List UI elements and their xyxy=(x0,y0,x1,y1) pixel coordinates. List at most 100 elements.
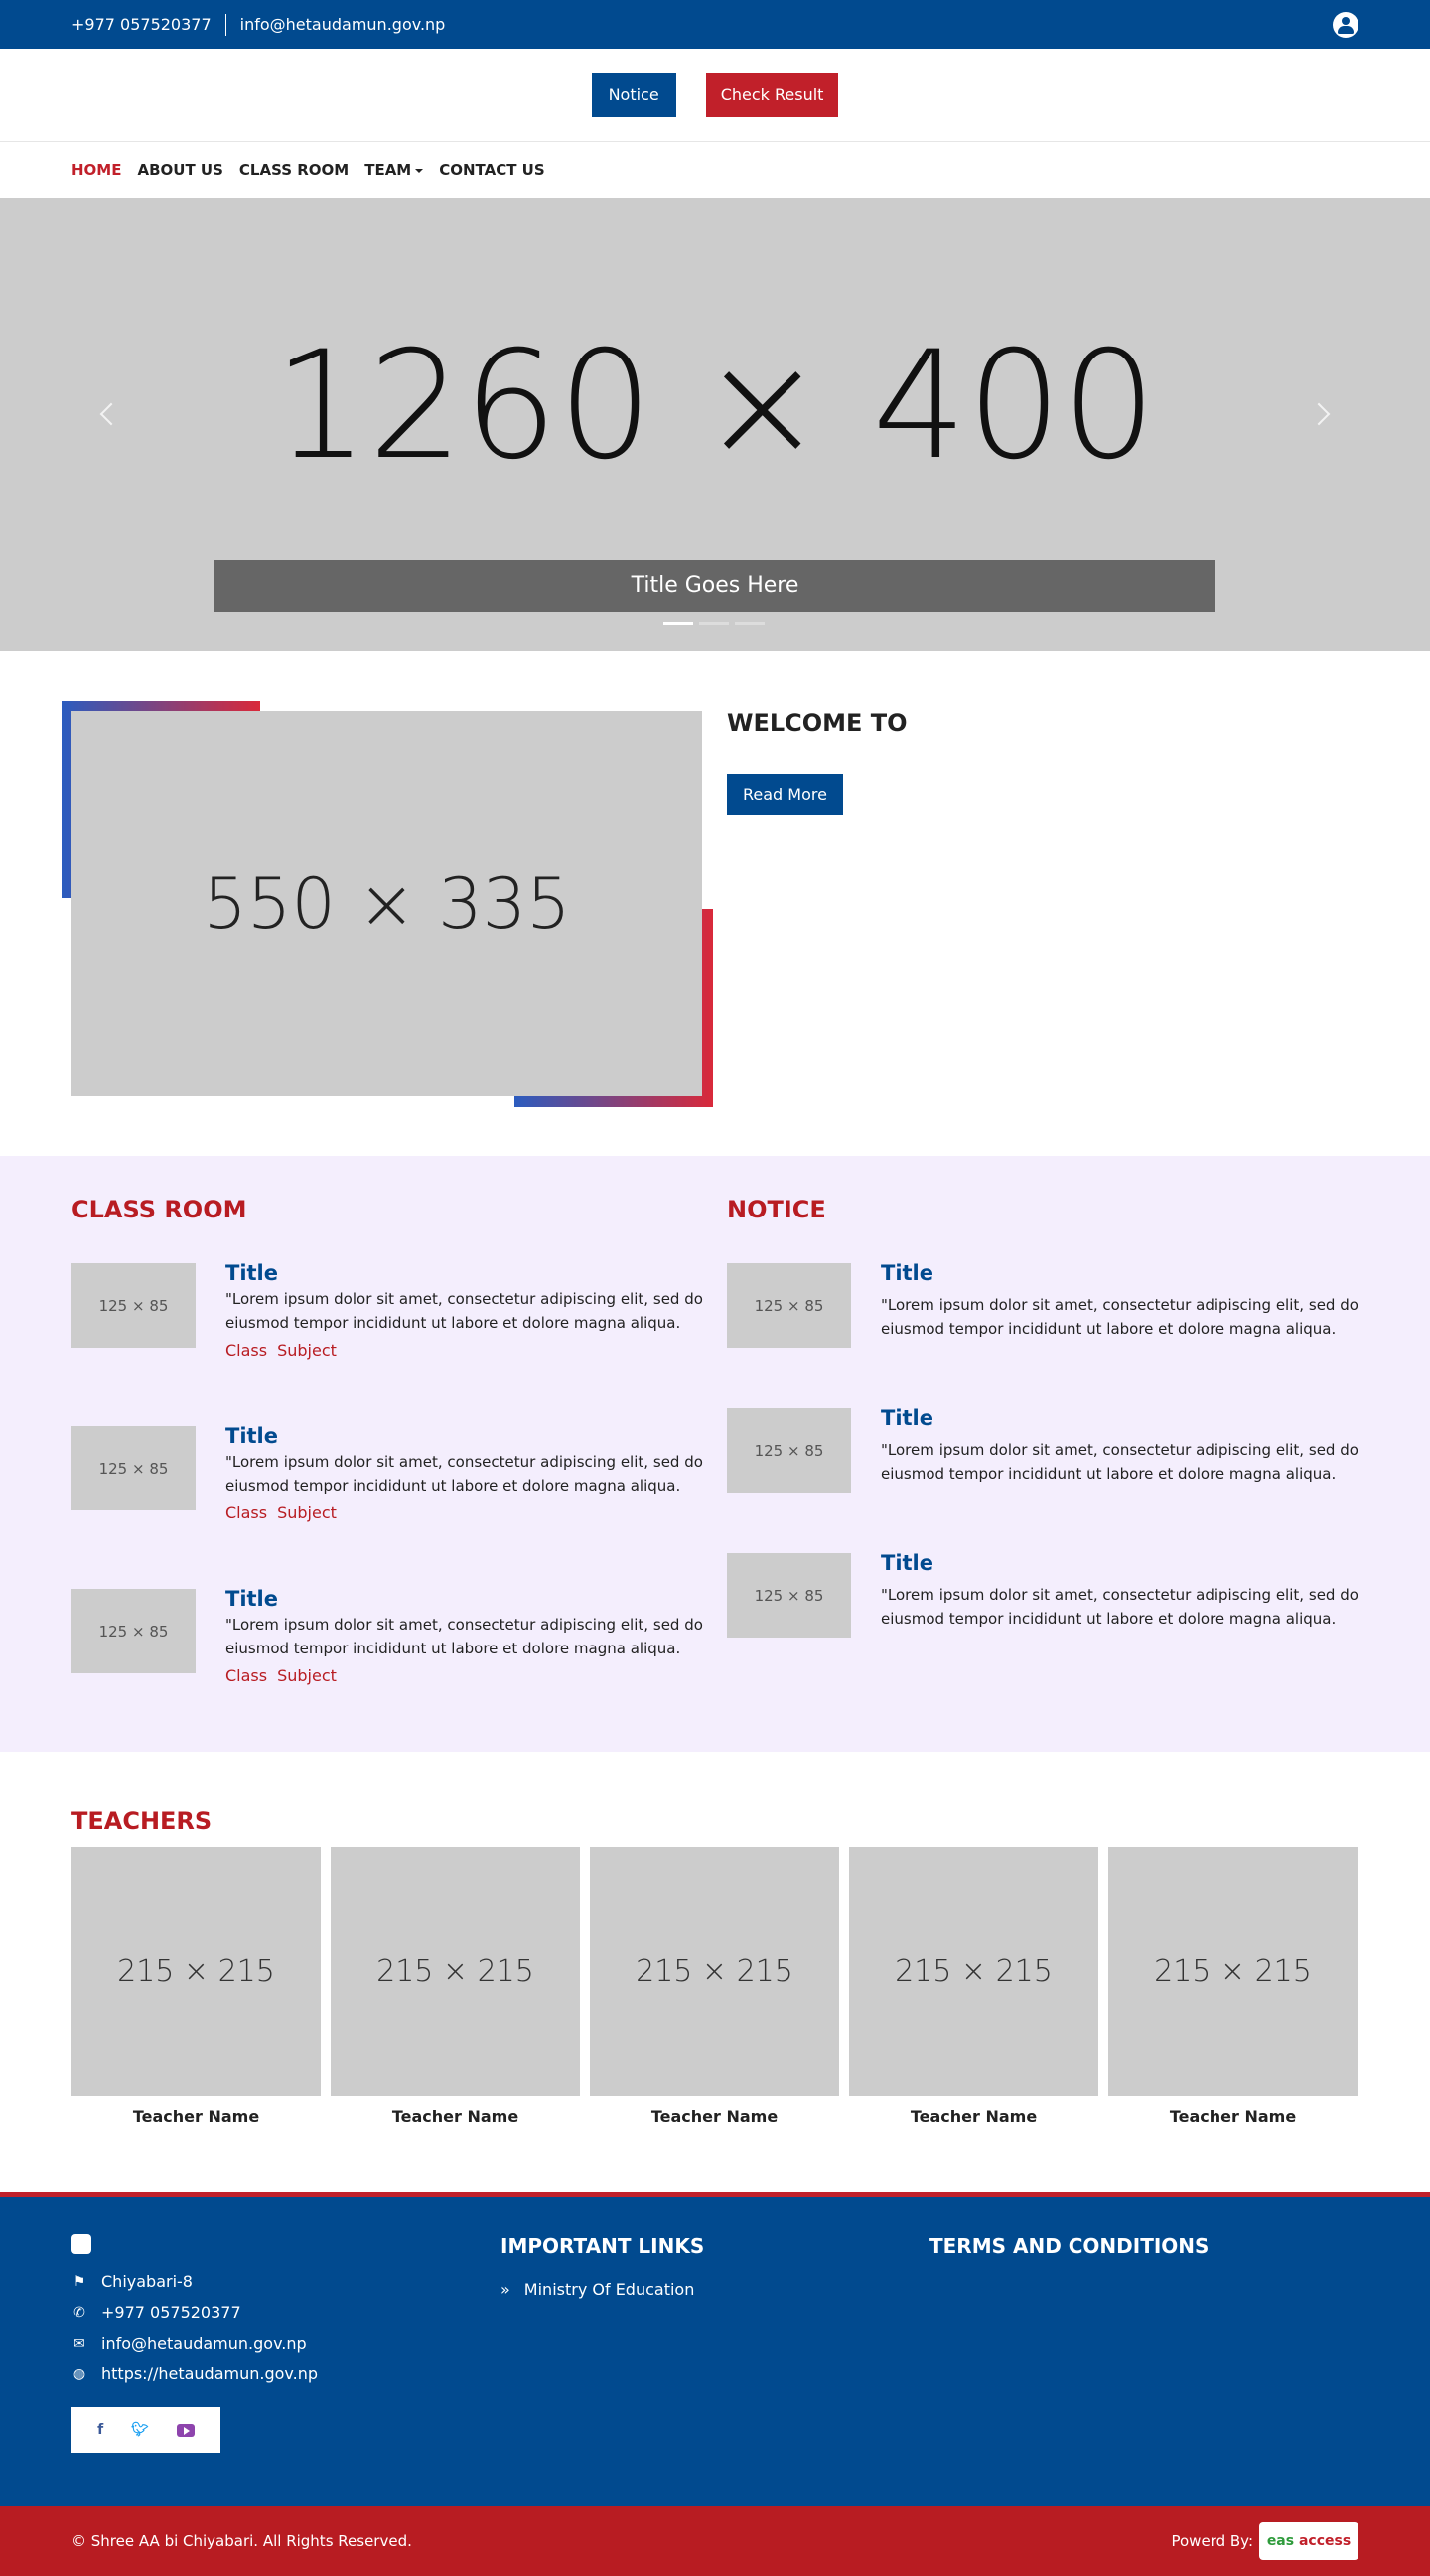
list-item[interactable]: 125 × 85 Title "Lorem ipsum dolor sit am… xyxy=(72,1424,703,1587)
item-title[interactable]: Title xyxy=(225,1424,703,1448)
footer-website[interactable]: https://hetaudamun.gov.np xyxy=(101,2364,318,2383)
teacher-name: Teacher Name xyxy=(1169,2107,1297,2126)
footer-contact: ⚑ Chiyabari-8 ✆ +977 057520377 ✉ info@hetau… xyxy=(72,2234,500,2453)
footer-phone[interactable]: +977 057520377 xyxy=(101,2303,241,2322)
hero-slider: 1260 × 400 Title Goes Here xyxy=(0,198,1430,651)
top-email[interactable]: info@hetaudamun.gov.np xyxy=(240,15,446,34)
slider-indicators xyxy=(663,622,765,625)
double-chevron-right-icon: » xyxy=(500,2280,510,2299)
nav-contact[interactable]: CONTACT US xyxy=(439,161,544,179)
slider-dot[interactable] xyxy=(699,622,729,625)
top-phone[interactable]: +977 057520377 xyxy=(72,15,212,34)
item-class: Class xyxy=(225,1341,268,1360)
twitter-icon[interactable]: 🐦︎ xyxy=(131,2422,149,2438)
footer-email[interactable]: info@hetaudamun.gov.np xyxy=(101,2334,307,2353)
teacher-card[interactable]: 215 × 215 Teacher Name xyxy=(331,1847,580,2126)
footer-links: IMPORTANT LINKS » Ministry Of Education xyxy=(500,2234,930,2453)
list-item[interactable]: 125 × 85 Title "Lorem ipsum dolor sit am… xyxy=(727,1551,1358,1696)
header: Notice Check Result xyxy=(0,49,1430,142)
classroom-column: CLASS ROOM 125 × 85 Title "Lorem ipsum d… xyxy=(72,1196,703,1750)
teacher-photo: 215 × 215 xyxy=(849,1847,1098,2096)
item-title[interactable]: Title xyxy=(881,1261,1358,1285)
signpost-icon: ⚑ xyxy=(72,2273,86,2290)
brand-logo[interactable]: eas access xyxy=(1259,2522,1358,2560)
item-subject: Subject xyxy=(277,1341,337,1360)
teacher-name: Teacher Name xyxy=(391,2107,519,2126)
teachers-heading: TEACHERS xyxy=(72,1807,213,1835)
teacher-card[interactable]: 215 × 215 Teacher Name xyxy=(590,1847,839,2126)
thumbnail: 125 × 85 xyxy=(72,1426,196,1510)
slider-caption: Title Goes Here xyxy=(214,560,1216,612)
thumbnail: 125 × 85 xyxy=(727,1263,851,1348)
footer-link-ministry[interactable]: Ministry Of Education xyxy=(524,2280,695,2299)
slider-dot[interactable] xyxy=(663,622,693,625)
envelope-icon: ✉ xyxy=(73,2335,85,2352)
chevron-down-icon xyxy=(415,168,424,173)
classroom-notice-section: CLASS ROOM 125 × 85 Title "Lorem ipsum d… xyxy=(0,1156,1430,1752)
powered-by-label: Powerd By: xyxy=(1171,2532,1253,2550)
item-subject: Subject xyxy=(277,1666,337,1685)
copyright-bar: © Shree AA bi Chiyabari. All Rights Rese… xyxy=(0,2506,1430,2576)
welcome-section: 550 × 335 WELCOME TO Read More xyxy=(0,651,1430,1156)
item-title[interactable]: Title xyxy=(225,1261,703,1285)
teachers-section: TEACHERS 215 × 215 Teacher Name 215 × 21… xyxy=(0,1752,1430,2192)
footer-logo xyxy=(72,2234,91,2254)
notice-column: NOTICE 125 × 85 Title "Lorem ipsum dolor… xyxy=(727,1196,1358,1750)
main-nav: HOME ABOUT US CLASS ROOM TEAM CONTACT US xyxy=(0,142,1430,198)
social-links: f 🐦︎ xyxy=(72,2407,220,2453)
teacher-photo: 215 × 215 xyxy=(590,1847,839,2096)
welcome-title: WELCOME TO xyxy=(727,709,908,737)
user-icon[interactable] xyxy=(1333,11,1358,38)
item-text: "Lorem ipsum dolor sit amet, consectetur… xyxy=(881,1441,1358,1483)
footer: ⚑ Chiyabari-8 ✆ +977 057520377 ✉ info@hetau… xyxy=(0,2192,1430,2506)
nav-classroom[interactable]: CLASS ROOM xyxy=(239,161,349,179)
item-class: Class xyxy=(225,1503,268,1522)
list-item[interactable]: 125 × 85 Title "Lorem ipsum dolor sit am… xyxy=(72,1587,703,1750)
teacher-photo: 215 × 215 xyxy=(331,1847,580,2096)
notice-button[interactable]: Notice xyxy=(591,72,676,117)
brand-part: access xyxy=(1298,2533,1352,2549)
notice-heading: NOTICE xyxy=(727,1196,826,1223)
item-text: "Lorem ipsum dolor sit amet, consectetur… xyxy=(225,1290,703,1332)
thumbnail: 125 × 85 xyxy=(727,1408,851,1493)
nav-about[interactable]: ABOUT US xyxy=(137,161,222,179)
teacher-photo: 215 × 215 xyxy=(1108,1847,1358,2096)
teacher-photo: 215 × 215 xyxy=(72,1847,321,2096)
teacher-name: Teacher Name xyxy=(910,2107,1038,2126)
slider-dot[interactable] xyxy=(735,622,765,625)
copyright-text: © Shree AA bi Chiyabari. All Rights Rese… xyxy=(72,2532,412,2550)
teacher-card[interactable]: 215 × 215 Teacher Name xyxy=(72,1847,321,2126)
list-item[interactable]: 125 × 85 Title "Lorem ipsum dolor sit am… xyxy=(72,1261,703,1424)
list-item[interactable]: 125 × 85 Title "Lorem ipsum dolor sit am… xyxy=(727,1406,1358,1551)
item-text: "Lorem ipsum dolor sit amet, consectetur… xyxy=(881,1586,1358,1628)
item-title[interactable]: Title xyxy=(225,1587,703,1611)
nav-team[interactable]: TEAM xyxy=(364,161,424,179)
teacher-name: Teacher Name xyxy=(650,2107,779,2126)
slider-placeholder: 1260 × 400 xyxy=(273,320,1157,493)
terms-heading[interactable]: TERMS AND CONDITIONS xyxy=(930,2234,1358,2258)
thumbnail: 125 × 85 xyxy=(727,1553,851,1638)
welcome-image: 550 × 335 xyxy=(72,711,702,1096)
item-subject: Subject xyxy=(277,1503,337,1522)
item-class: Class xyxy=(225,1666,268,1685)
footer-address: Chiyabari-8 xyxy=(101,2272,193,2291)
phone-icon: ✆ xyxy=(73,2304,85,2321)
footer-terms: TERMS AND CONDITIONS xyxy=(930,2234,1358,2453)
item-title[interactable]: Title xyxy=(881,1551,1358,1575)
teacher-name: Teacher Name xyxy=(132,2107,260,2126)
nav-home[interactable]: HOME xyxy=(72,161,121,179)
read-more-button[interactable]: Read More xyxy=(727,774,843,815)
facebook-icon[interactable]: f xyxy=(97,2422,103,2438)
youtube-icon[interactable] xyxy=(176,2423,195,2437)
divider xyxy=(224,13,226,36)
nav-team-label: TEAM xyxy=(364,161,412,179)
check-result-button[interactable]: Check Result xyxy=(705,72,839,117)
globe-icon: ◍ xyxy=(72,2365,86,2382)
brand-part: eas xyxy=(1266,2533,1295,2549)
classroom-heading: CLASS ROOM xyxy=(72,1196,247,1223)
thumbnail: 125 × 85 xyxy=(72,1589,196,1673)
teacher-card[interactable]: 215 × 215 Teacher Name xyxy=(1108,1847,1358,2126)
list-item[interactable]: 125 × 85 Title "Lorem ipsum dolor sit am… xyxy=(727,1261,1358,1406)
item-title[interactable]: Title xyxy=(881,1406,1358,1430)
teacher-card[interactable]: 215 × 215 Teacher Name xyxy=(849,1847,1098,2126)
